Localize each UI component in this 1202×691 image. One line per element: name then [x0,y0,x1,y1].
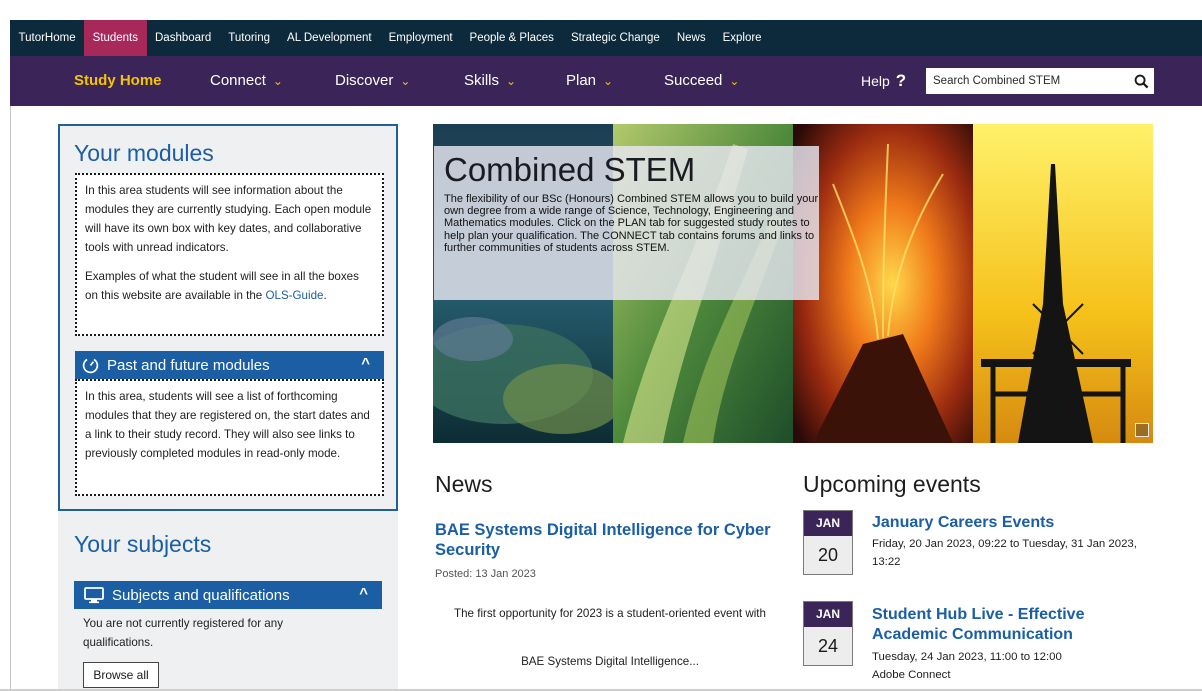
your-modules-panel: Your modules In this area students will … [58,124,398,511]
chevron-down-icon: ⌄ [603,74,614,88]
event-title-link[interactable]: Student Hub Live - Effective Academic Co… [872,605,1157,645]
modules-intro-2: Examples of what the student will see in… [85,267,374,305]
your-modules-title: Your modules [74,140,214,166]
news-item-excerpt: BAE Systems Digital Intelligence... [521,655,699,668]
nav-succeed-label: Succeed [664,72,723,89]
global-nav-employment[interactable]: Employment [380,20,461,56]
collapse-caret-icon[interactable]: ^ [361,355,370,372]
events-heading: Upcoming events [803,471,981,497]
global-nav: TutorHome Students Dashboard Tutoring AL… [10,20,1202,56]
event-date-badge: JAN 20 [803,510,853,575]
news-posted-date: Posted: 13 Jan 2023 [435,568,536,580]
nav-connect[interactable]: Connect ⌄ [210,56,283,106]
subjects-qualifications-label: Subjects and qualifications [112,586,290,604]
news-item-title[interactable]: BAE Systems Digital Intelligence for Cyb… [435,520,785,560]
nav-skills[interactable]: Skills ⌄ [464,56,516,106]
browse-all-button[interactable]: Browse all [83,662,159,688]
past-future-modules-header[interactable]: Past and future modules ^ [75,351,384,379]
news-item-body: The first opportunity for 2023 is a stud… [454,607,766,620]
global-nav-dashboard[interactable]: Dashboard [147,20,220,56]
nav-succeed[interactable]: Succeed ⌄ [664,56,739,106]
modules-intro-2-suffix: . [323,289,327,302]
modules-info-box: In this area students will see informati… [75,173,384,336]
past-modules-body: In this area, students will see a list o… [85,390,370,460]
nav-help[interactable]: Help? [861,56,906,106]
global-nav-al-development[interactable]: AL Development [279,20,381,56]
subjects-body: You are not currently registered for any… [83,617,283,649]
nav-plan-label: Plan [566,72,597,89]
timer-icon [82,357,99,373]
chevron-down-icon: ⌄ [506,74,517,88]
past-future-modules-label: Past and future modules [107,356,270,374]
global-nav-students[interactable]: Students [84,20,147,56]
hero-banner: Combined STEM The flexibility of our BSc… [433,124,1153,443]
chevron-down-icon: ⌄ [400,74,411,88]
past-modules-info-box: In this area, students will see a list o… [75,379,384,496]
global-nav-explore[interactable]: Explore [714,20,770,56]
global-nav-tutoring[interactable]: Tutoring [220,20,279,56]
event-day: 24 [817,636,839,656]
event-location: Adobe Connect [872,669,951,681]
global-nav-strategic-change[interactable]: Strategic Change [562,20,668,56]
event-time: Tuesday, 24 Jan 2023, 11:00 to 12:00 [872,651,1062,663]
event-date-badge: JAN 24 [803,601,853,666]
event-title-link[interactable]: January Careers Events [872,513,1172,533]
expand-icon[interactable] [1135,423,1149,437]
search-icon[interactable] [1129,69,1153,93]
event-day: 20 [817,545,839,565]
page: TutorHome Students Dashboard Tutoring AL… [0,0,1202,691]
hero-text-overlay: Combined STEM The flexibility of our BSc… [434,146,819,300]
chevron-down-icon: ⌄ [272,74,283,88]
collapse-caret-icon[interactable]: ^ [359,585,368,602]
nav-study-home[interactable]: Study Home [74,56,162,106]
chevron-down-icon: ⌄ [729,74,740,88]
event-month: JAN [804,511,852,536]
hero-description: The flexibility of our BSc (Honours) Com… [444,193,819,254]
your-subjects-title: Your subjects [74,531,212,557]
event-month: JAN [804,602,852,627]
subjects-qualifications-header[interactable]: Subjects and qualifications ^ [74,581,382,609]
global-nav-tutorhome[interactable]: TutorHome [10,20,84,56]
global-nav-people-places[interactable]: People & Places [461,20,562,56]
site-nav: Study Home Connect ⌄ Discover ⌄ Skills ⌄ Pl… [10,56,1202,106]
nav-discover-label: Discover [335,72,394,89]
nav-connect-label: Connect [210,72,266,89]
left-rule [10,20,11,691]
nav-plan[interactable]: Plan ⌄ [566,56,613,106]
search-input[interactable] [927,69,1129,93]
hero-title: Combined STEM [444,151,696,188]
question-icon: ? [895,71,907,90]
event-time: Friday, 20 Jan 2023, 09:22 to Tuesday, 3… [872,538,1137,568]
search-box [926,68,1154,94]
modules-intro-1: In this area students will see informati… [85,184,372,254]
nav-help-label: Help [861,73,890,89]
monitor-icon [84,586,104,603]
nav-discover[interactable]: Discover ⌄ [335,56,410,106]
ols-guide-link[interactable]: OLS-Guide [265,289,323,302]
news-heading: News [435,471,493,497]
global-nav-news[interactable]: News [668,20,714,56]
nav-skills-label: Skills [464,72,500,89]
